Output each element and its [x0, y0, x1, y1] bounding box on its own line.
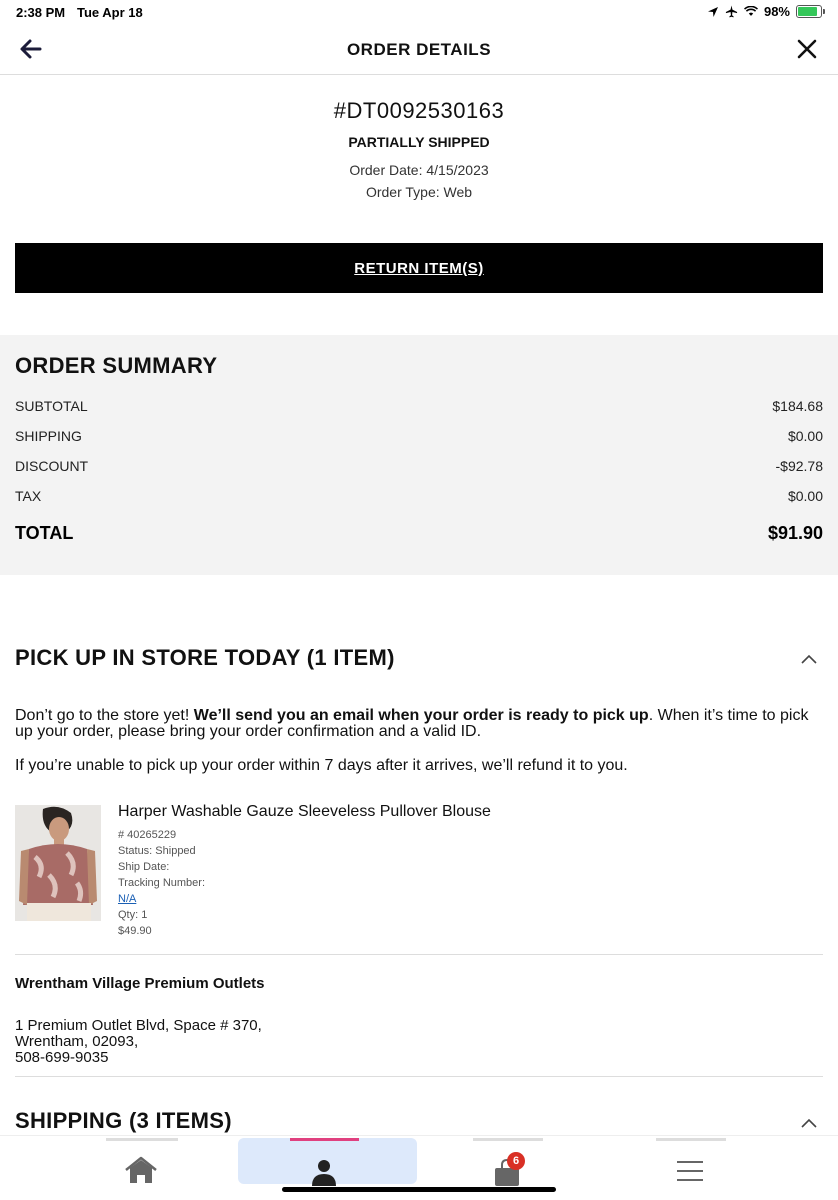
chevron-up-icon[interactable]	[801, 1118, 817, 1128]
summary-value: $0.00	[787, 428, 823, 444]
order-number: #DT0092530163	[333, 98, 505, 123]
product-qty: Qty: 1	[118, 909, 148, 921]
product-sku: # 40265229	[118, 829, 177, 841]
cart-count-badge: 6	[507, 1152, 525, 1170]
chevron-up-icon[interactable]	[801, 654, 817, 664]
tracking-label: Tracking Number:	[118, 877, 206, 889]
header: ORDER DETAILS	[0, 24, 838, 75]
location-arrow-icon	[707, 6, 718, 17]
store-address-line2: Wrentham, 02093,	[15, 1033, 139, 1050]
order-date: Order Date: 4/15/2023	[349, 162, 489, 178]
divider	[15, 1076, 823, 1077]
order-type: Order Type: Web	[365, 184, 473, 200]
shipping-section-title[interactable]: SHIPPING (3 ITEMS)	[15, 1108, 232, 1134]
close-icon[interactable]	[796, 38, 818, 60]
airplane-icon	[725, 5, 738, 18]
status-date: Tue Apr 18	[77, 5, 143, 20]
summary-label: TAX	[15, 488, 42, 504]
tab-home[interactable]	[106, 1138, 178, 1184]
product-status: Status: Shipped	[118, 845, 196, 857]
total-value: $91.90	[767, 523, 823, 543]
tab-account[interactable]	[238, 1138, 417, 1186]
home-icon	[125, 1156, 157, 1183]
return-items-button[interactable]: RETURN ITEM(S)	[15, 243, 823, 293]
tab-menu[interactable]	[656, 1138, 726, 1184]
page-title: ORDER DETAILS	[346, 40, 492, 59]
summary-value: $0.00	[787, 488, 823, 504]
order-status: PARTIALLY SHIPPED	[348, 134, 490, 150]
summary-label: SHIPPING	[15, 428, 82, 444]
product-image[interactable]	[15, 805, 101, 921]
menu-icon	[677, 1161, 703, 1181]
wifi-icon	[743, 6, 758, 16]
store-address-line1: 1 Premium Outlet Blvd, Space # 370,	[15, 1017, 262, 1034]
product-price: $49.90	[118, 925, 152, 937]
home-indicator	[282, 1187, 556, 1192]
tracking-link[interactable]: N/A	[118, 893, 136, 905]
pickup-message: Don’t go to the store yet! We’ll send yo…	[15, 707, 809, 740]
summary-label: DISCOUNT	[15, 458, 89, 474]
product-name[interactable]: Harper Washable Gauze Sleeveless Pullove…	[118, 803, 491, 821]
summary-value: $184.68	[772, 398, 823, 414]
order-summary: ORDER SUMMARY SUBTOTAL $184.68 SHIPPING …	[0, 335, 838, 575]
summary-label: SUBTOTAL	[15, 398, 88, 414]
status-bar: 2:38 PM Tue Apr 18 98%	[0, 0, 838, 24]
order-summary-title: ORDER SUMMARY	[15, 353, 218, 378]
battery-icon	[796, 5, 825, 18]
pickup-section-title[interactable]: PICK UP IN STORE TODAY (1 ITEM)	[15, 645, 395, 671]
battery-percent: 98%	[763, 4, 790, 19]
store-phone[interactable]: 508-699-9035	[15, 1049, 108, 1066]
pickup-refund-note: If you’re unable to pick up your order w…	[15, 757, 628, 774]
store-name: Wrentham Village Premium Outlets	[15, 975, 265, 992]
user-icon	[312, 1160, 336, 1186]
divider	[15, 954, 823, 955]
summary-value: -$92.78	[775, 458, 823, 474]
tab-cart[interactable]: 6	[473, 1138, 543, 1186]
status-time: 2:38 PM	[16, 5, 66, 20]
product-ship-date: Ship Date:	[118, 861, 170, 873]
total-label: TOTAL	[15, 523, 74, 543]
status-icons: 98%	[707, 4, 825, 19]
